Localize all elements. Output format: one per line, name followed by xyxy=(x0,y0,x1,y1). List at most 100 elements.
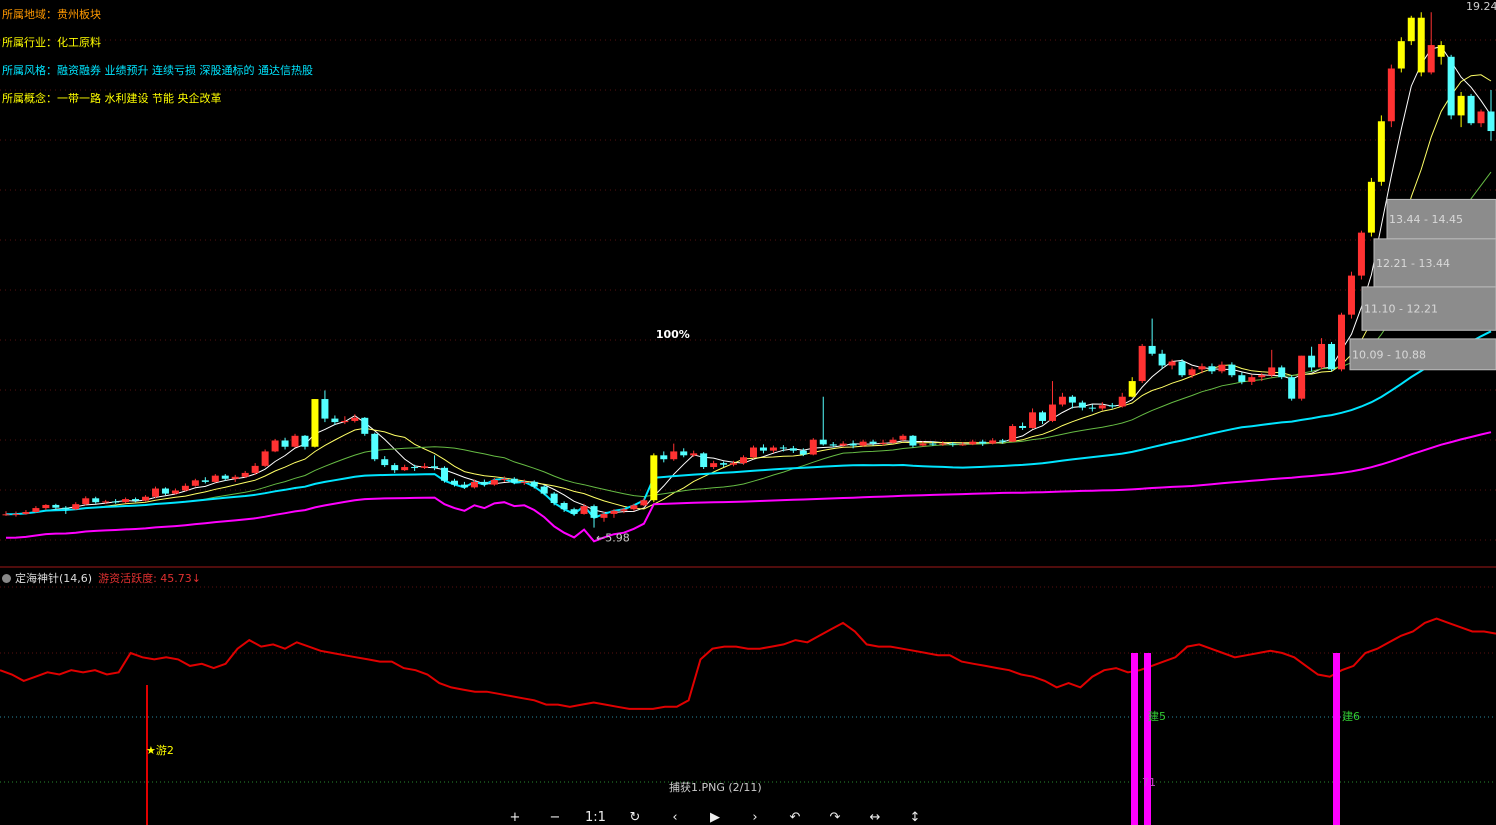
candle-body xyxy=(261,451,269,466)
candle-body xyxy=(500,478,508,480)
candle-body xyxy=(22,511,30,514)
candle-body xyxy=(321,399,329,419)
high-price-label: 19.24 xyxy=(1466,0,1496,13)
candlestick-chart[interactable]: 13.44 - 14.45 12.21 - 13.44 11.10 - 12.21 1… xyxy=(0,0,1496,568)
candle-body xyxy=(331,418,339,423)
ma5-line xyxy=(5,46,1492,515)
rotate-button[interactable]: ↻ xyxy=(625,810,645,825)
candle-body xyxy=(600,513,608,518)
candle-body xyxy=(1308,355,1316,368)
candle-body xyxy=(859,441,867,446)
candle-body xyxy=(1387,68,1395,122)
candle-body xyxy=(161,488,169,494)
candle-body xyxy=(550,493,558,503)
candle-body xyxy=(1427,45,1435,73)
zoom-out-button[interactable]: − xyxy=(545,810,565,825)
candle-body xyxy=(142,496,150,501)
signal-bar xyxy=(1131,653,1138,825)
candle-body xyxy=(749,447,757,458)
candle-body xyxy=(82,498,90,505)
ma20-line xyxy=(5,171,1492,515)
candle-body xyxy=(1328,343,1336,370)
signal-label: 建6 xyxy=(1342,709,1360,723)
candle-body xyxy=(1467,95,1475,124)
prev-button[interactable]: ‹ xyxy=(665,810,685,825)
candle-body xyxy=(670,451,678,460)
candle-body xyxy=(1377,121,1385,182)
candle-body xyxy=(799,450,807,455)
candle-body xyxy=(949,443,957,445)
next-button[interactable]: › xyxy=(745,810,765,825)
candle-body xyxy=(191,480,199,486)
low-price-label: ←5.98 xyxy=(596,532,630,545)
candle-body xyxy=(1437,45,1445,57)
candle-body xyxy=(470,481,478,488)
candle-body xyxy=(460,484,468,488)
redo-button[interactable]: ↷ xyxy=(825,810,845,825)
candle-body xyxy=(939,443,947,445)
candle-body xyxy=(132,499,140,501)
candle-body xyxy=(959,444,967,446)
candle-body xyxy=(1347,275,1355,315)
candle-body xyxy=(1447,56,1455,116)
candle-body xyxy=(2,514,10,516)
play-button[interactable]: ▶ xyxy=(705,810,725,825)
candle-body xyxy=(42,504,50,509)
candle-body xyxy=(480,481,488,485)
candle-body xyxy=(291,435,299,447)
candle-body xyxy=(1039,412,1047,421)
candle-body xyxy=(640,500,648,506)
candle-body xyxy=(1248,377,1256,382)
candle-body xyxy=(181,485,189,491)
candle-body xyxy=(710,463,718,468)
candle-body xyxy=(869,441,877,444)
candle-body xyxy=(789,448,797,451)
candle-body xyxy=(1148,345,1156,354)
zoom-in-button[interactable]: + xyxy=(505,810,525,825)
candle-body xyxy=(759,447,767,451)
ma10-line xyxy=(5,74,1492,515)
candle-body xyxy=(720,463,728,465)
candle-body xyxy=(1009,426,1017,442)
candle-body xyxy=(441,467,449,481)
candle-body xyxy=(241,472,249,477)
candle-body xyxy=(590,506,598,518)
signal-label: 建5 xyxy=(1148,709,1166,723)
candle-body xyxy=(1019,426,1027,428)
percent-label: 100% xyxy=(656,328,690,341)
ma60-line xyxy=(5,330,1492,519)
flip-h-button[interactable]: ↔ xyxy=(865,810,885,825)
candle-body xyxy=(92,498,100,503)
candle-body xyxy=(1487,111,1495,132)
signal-bar xyxy=(1144,653,1151,825)
candle-body xyxy=(271,440,279,452)
candle-body xyxy=(809,439,817,455)
signal-label: ★游2 xyxy=(146,744,174,757)
candle-body xyxy=(630,505,638,510)
candle-body xyxy=(411,467,419,469)
candle-body xyxy=(779,447,787,449)
candle-body xyxy=(311,399,319,447)
candle-body xyxy=(1058,396,1066,405)
candle-body xyxy=(490,479,498,485)
candle-body xyxy=(969,441,977,445)
candle-body xyxy=(1228,364,1236,376)
candle-body xyxy=(1258,375,1266,378)
candle-body xyxy=(421,466,429,468)
candle-body xyxy=(251,465,259,473)
flip-v-button[interactable]: ↕ xyxy=(905,810,925,825)
candle-body xyxy=(1218,364,1226,372)
candle-body xyxy=(371,433,379,460)
candle-body xyxy=(1188,369,1196,376)
candle-body xyxy=(889,439,897,443)
candle-body xyxy=(700,453,708,468)
candle-body xyxy=(919,443,927,446)
candle-body xyxy=(1357,232,1365,276)
candle-body xyxy=(450,480,458,485)
chip-range-label: 13.44 - 14.45 xyxy=(1389,213,1463,226)
candle-body xyxy=(102,501,110,503)
undo-button[interactable]: ↶ xyxy=(785,810,805,825)
candle-body xyxy=(32,508,40,512)
candle-body xyxy=(1268,367,1276,376)
actual-size-button[interactable]: 1:1 xyxy=(585,810,606,825)
